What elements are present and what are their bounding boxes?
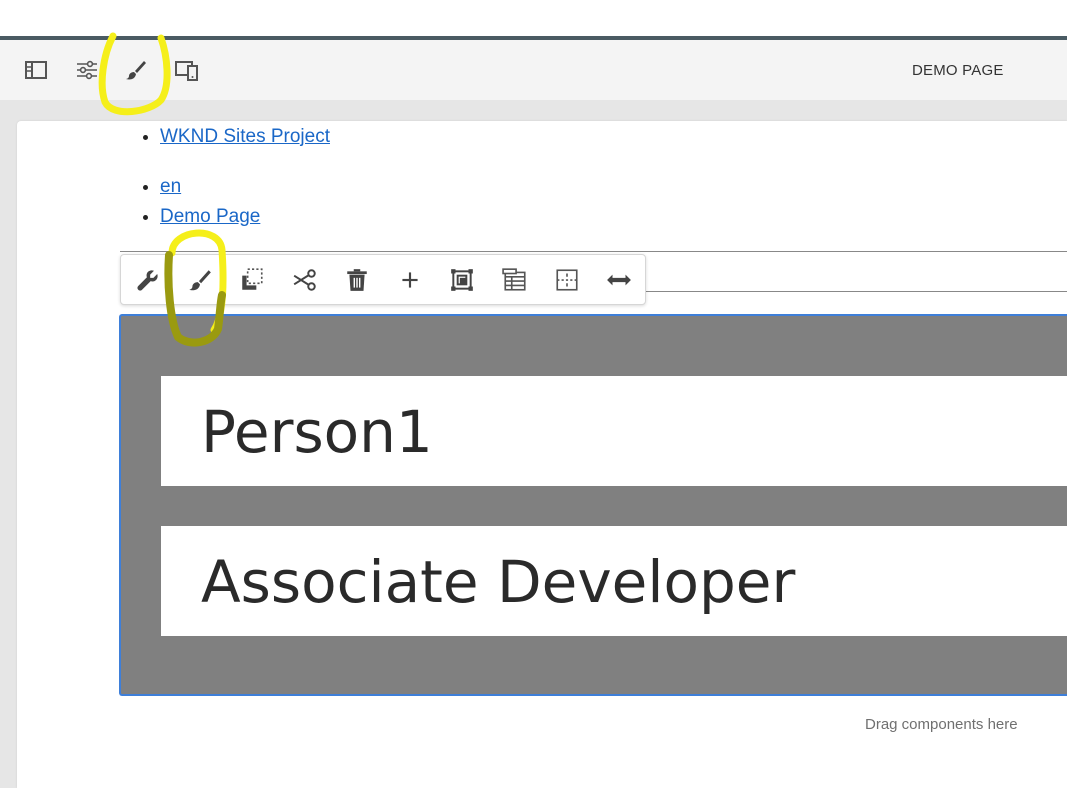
title-text: Associate Developer [201,548,796,616]
breadcrumb-link-wknd[interactable]: WKND Sites Project [160,126,330,147]
list-item: WKND Sites Project [160,122,330,152]
layout-icon[interactable] [502,267,528,293]
breadcrumb-list: en Demo Page [120,172,260,232]
breadcrumb-link-demo-page[interactable]: Demo Page [160,206,260,227]
drag-components-placeholder[interactable]: Drag components here [865,716,1018,733]
style-icon[interactable] [187,267,213,293]
group-icon[interactable] [449,267,475,293]
page-title: DEMO PAGE [912,62,1004,79]
configure-icon[interactable] [135,267,161,293]
style-icon[interactable] [124,58,148,82]
cut-icon[interactable] [292,267,318,293]
editor-toolbar: DEMO PAGE [0,40,1067,101]
page-properties-icon[interactable] [75,58,99,82]
container-component[interactable]: Person1 Associate Developer [119,314,1067,696]
list-item: Demo Page [160,202,260,232]
copy-icon[interactable] [239,267,265,293]
parent-icon[interactable] [554,267,580,293]
breadcrumb-link-en[interactable]: en [160,176,181,197]
title-component[interactable]: Associate Developer [161,526,1067,636]
title-text: Person1 [201,398,433,466]
list-item: en [160,172,260,202]
delete-icon[interactable] [344,267,370,293]
side-panel-icon[interactable] [24,58,48,82]
breadcrumb-list: WKND Sites Project [120,122,330,152]
title-component[interactable]: Person1 [161,376,1067,486]
emulator-icon[interactable] [175,58,199,82]
component-edit-toolbar [120,254,646,305]
insert-icon[interactable] [397,267,423,293]
resize-icon[interactable] [606,267,632,293]
